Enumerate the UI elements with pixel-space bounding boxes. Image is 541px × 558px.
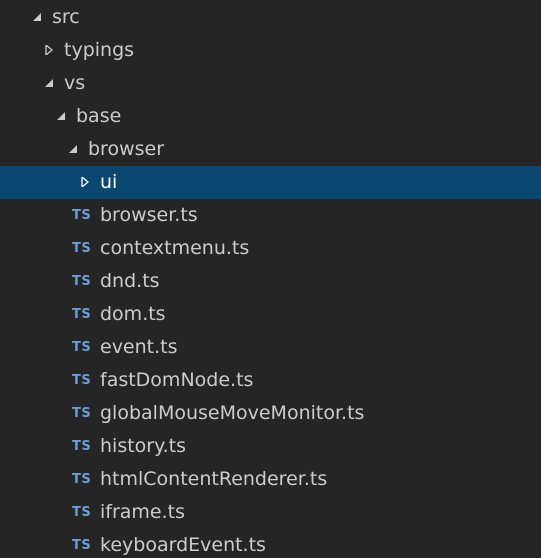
file-label: event.ts — [100, 336, 178, 358]
folder-browser[interactable]: browser — [0, 133, 541, 166]
folder-src[interactable]: src — [0, 1, 541, 34]
folder-vs[interactable]: vs — [0, 67, 541, 100]
file-item[interactable]: TS globalMouseMoveMonitor.ts — [0, 397, 541, 430]
file-label: htmlContentRenderer.ts — [100, 468, 328, 490]
file-item[interactable]: TS history.ts — [0, 430, 541, 463]
collapsed-arrow-icon[interactable] — [44, 34, 56, 67]
file-item[interactable]: TS htmlContentRenderer.ts — [0, 463, 541, 496]
folder-ui[interactable]: ui — [0, 166, 541, 199]
file-label: iframe.ts — [100, 501, 186, 523]
collapsed-arrow-icon[interactable] — [80, 166, 92, 199]
file-item[interactable]: TS event.ts — [0, 331, 541, 364]
typescript-file-icon: TS — [72, 340, 92, 355]
file-explorer-tree: src typings vs base browser ui TS browse… — [0, 0, 541, 558]
typescript-file-icon: TS — [72, 274, 92, 289]
folder-base[interactable]: base — [0, 100, 541, 133]
typescript-file-icon: TS — [72, 208, 92, 223]
file-label: dnd.ts — [100, 270, 160, 292]
folder-label: base — [76, 105, 122, 127]
typescript-file-icon: TS — [72, 505, 92, 520]
file-label: dom.ts — [100, 303, 166, 325]
folder-label: vs — [64, 72, 86, 94]
folder-label: src — [52, 6, 80, 28]
folder-label: browser — [88, 138, 165, 160]
file-item[interactable]: TS dnd.ts — [0, 265, 541, 298]
typescript-file-icon: TS — [72, 439, 92, 454]
expanded-arrow-icon[interactable] — [44, 67, 56, 100]
file-item[interactable]: TS fastDomNode.ts — [0, 364, 541, 397]
file-item[interactable]: TS contextmenu.ts — [0, 232, 541, 265]
folder-label: ui — [100, 171, 118, 193]
typescript-file-icon: TS — [72, 406, 92, 421]
file-item[interactable]: TS browser.ts — [0, 199, 541, 232]
typescript-file-icon: TS — [72, 373, 92, 388]
expanded-arrow-icon[interactable] — [32, 1, 44, 34]
file-item[interactable]: TS keyboardEvent.ts — [0, 529, 541, 558]
file-item[interactable]: TS iframe.ts — [0, 496, 541, 529]
folder-label: typings — [64, 39, 135, 61]
typescript-file-icon: TS — [72, 538, 92, 553]
file-label: keyboardEvent.ts — [100, 534, 266, 556]
typescript-file-icon: TS — [72, 241, 92, 256]
expanded-arrow-icon[interactable] — [56, 100, 68, 133]
file-label: browser.ts — [100, 204, 198, 226]
file-item[interactable]: TS dom.ts — [0, 298, 541, 331]
folder-typings[interactable]: typings — [0, 34, 541, 67]
file-label: history.ts — [100, 435, 187, 457]
expanded-arrow-icon[interactable] — [68, 133, 80, 166]
file-label: contextmenu.ts — [100, 237, 250, 259]
typescript-file-icon: TS — [72, 307, 92, 322]
file-label: globalMouseMoveMonitor.ts — [100, 402, 365, 424]
typescript-file-icon: TS — [72, 472, 92, 487]
file-label: fastDomNode.ts — [100, 369, 254, 391]
